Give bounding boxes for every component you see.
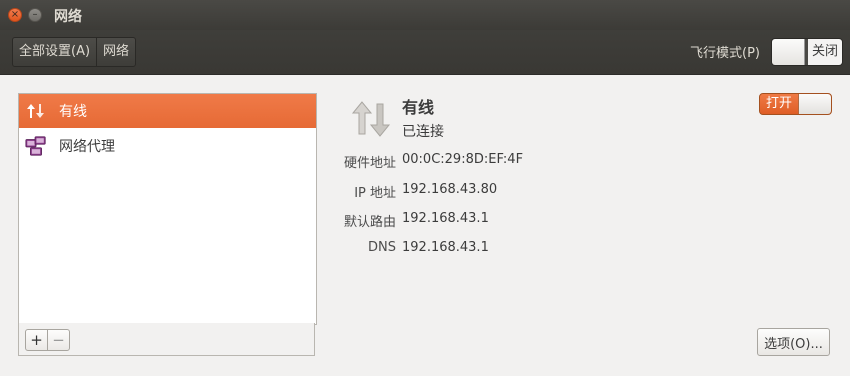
options-button-label: 选项(O)... xyxy=(764,336,823,352)
title-bar: × – 网络 xyxy=(0,0,850,30)
breadcrumb-network[interactable]: 网络 xyxy=(96,38,135,66)
wired-arrows-icon xyxy=(25,100,47,122)
device-list: 有线 网络代理 xyxy=(18,93,317,325)
options-button[interactable]: 选项(O)... xyxy=(757,328,830,356)
ip-address-row: IP 地址 192.168.43.80 xyxy=(320,182,820,202)
close-window-button[interactable]: × xyxy=(8,8,22,22)
list-item-network-proxy[interactable]: 网络代理 xyxy=(19,129,316,163)
wired-power-switch[interactable]: 打开 xyxy=(759,93,832,115)
remove-connection-button[interactable]: − xyxy=(47,329,70,351)
add-connection-button[interactable]: + xyxy=(25,329,48,351)
default-route-label: 默认路由 xyxy=(343,215,396,230)
ip-address-label: IP 地址 xyxy=(354,186,396,201)
dns-label: DNS xyxy=(368,240,396,255)
switch-state-label: 打开 xyxy=(760,94,798,114)
default-route-row: 默认路由 192.168.43.1 xyxy=(320,211,820,231)
breadcrumb: 全部设置(A) 网络 xyxy=(12,37,137,67)
list-item-label: 有线 xyxy=(59,104,87,120)
connection-status: 已连接 xyxy=(402,124,444,140)
device-name: 有线 xyxy=(402,98,435,117)
airplane-mode-state: 关闭 xyxy=(808,39,842,65)
list-toolbar: + − xyxy=(18,323,315,356)
switch-knob xyxy=(772,39,805,65)
hardware-address-value: 00:0C:29:8D:EF:4F xyxy=(402,152,524,167)
hardware-address-label: 硬件地址 xyxy=(343,156,396,171)
minimize-icon: – xyxy=(32,9,38,20)
wired-large-icon xyxy=(350,98,392,140)
list-item-wired[interactable]: 有线 xyxy=(19,94,316,128)
close-icon: × xyxy=(10,9,20,20)
network-proxy-icon xyxy=(25,135,47,157)
default-route-value: 192.168.43.1 xyxy=(402,211,489,226)
dns-value: 192.168.43.1 xyxy=(402,240,489,255)
breadcrumb-all-settings[interactable]: 全部设置(A) xyxy=(13,38,96,66)
window-title: 网络 xyxy=(54,9,82,25)
dns-row: DNS 192.168.43.1 xyxy=(320,240,820,260)
airplane-mode-switch[interactable]: 关闭 xyxy=(771,38,843,66)
plus-icon: + xyxy=(30,331,43,349)
hardware-address-row: 硬件地址 00:0C:29:8D:EF:4F xyxy=(320,152,820,172)
minimize-window-button[interactable]: – xyxy=(28,8,42,22)
ip-address-value: 192.168.43.80 xyxy=(402,182,498,197)
list-item-label: 网络代理 xyxy=(59,139,115,155)
minus-icon: − xyxy=(52,331,65,349)
airplane-mode-label: 飞行模式(P) xyxy=(690,46,760,61)
switch-knob xyxy=(798,94,831,114)
